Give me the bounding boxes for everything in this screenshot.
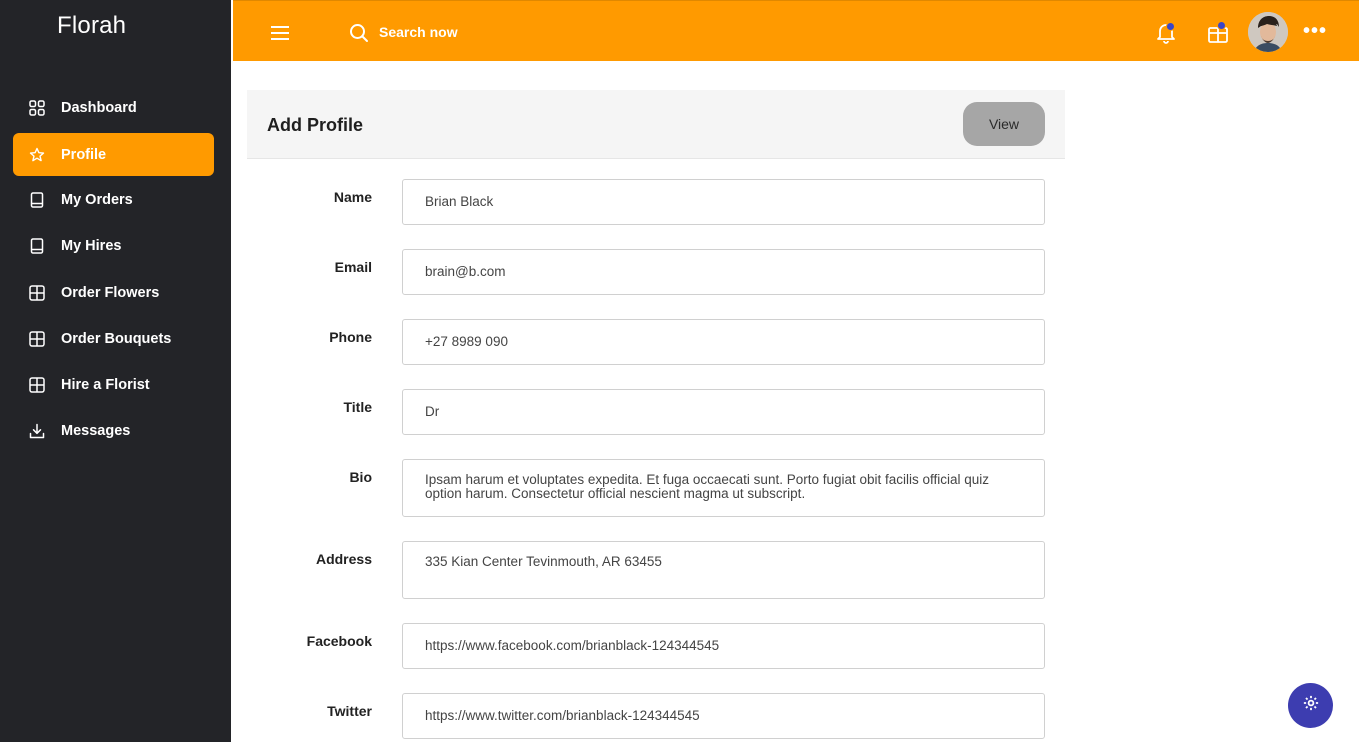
facebook-field[interactable]: https://www.facebook.com/brianblack-1243… bbox=[402, 623, 1045, 669]
sidebar-item-profile[interactable]: Profile bbox=[13, 133, 214, 176]
address-textarea[interactable]: 335 Kian Center Tevinmouth, AR 63455 bbox=[402, 541, 1045, 599]
search-icon[interactable] bbox=[349, 23, 369, 48]
sidebar-item-my-orders[interactable]: My Orders bbox=[13, 178, 214, 221]
facebook-label: Facebook bbox=[306, 633, 372, 649]
phone-field[interactable]: +27 8989 090 bbox=[402, 319, 1045, 365]
grid-icon bbox=[13, 376, 61, 393]
sidebar: Florah Dashboard Profile My Orders My Hi… bbox=[0, 0, 231, 742]
gift-icon[interactable] bbox=[1207, 20, 1229, 49]
grid-icon bbox=[13, 284, 61, 301]
sidebar-item-label: My Orders bbox=[61, 191, 133, 208]
top-bar: Search now ••• bbox=[233, 0, 1359, 61]
sidebar-item-order-bouquets[interactable]: Order Bouquets bbox=[13, 317, 214, 360]
sidebar-item-label: Profile bbox=[61, 146, 107, 163]
sidebar-item-hire-a-florist[interactable]: Hire a Florist bbox=[13, 363, 214, 406]
notification-badge bbox=[1166, 22, 1175, 31]
menu-toggle-icon[interactable] bbox=[271, 26, 289, 40]
sidebar-item-dashboard[interactable]: Dashboard bbox=[13, 86, 214, 129]
dashboard-grid-icon bbox=[13, 99, 61, 116]
sidebar-item-messages[interactable]: Messages bbox=[13, 409, 214, 452]
sidebar-item-label: Dashboard bbox=[61, 99, 137, 116]
name-label: Name bbox=[333, 189, 372, 205]
bio-label: Bio bbox=[349, 469, 372, 485]
search-input[interactable]: Search now bbox=[379, 24, 458, 40]
twitter-label: Twitter bbox=[327, 703, 372, 719]
sidebar-item-label: Order Bouquets bbox=[61, 330, 172, 347]
gear-icon bbox=[1302, 694, 1320, 717]
phone-label: Phone bbox=[329, 329, 372, 345]
avatar[interactable] bbox=[1248, 12, 1288, 52]
book-icon bbox=[13, 191, 61, 208]
email-label: Email bbox=[334, 259, 372, 275]
download-icon bbox=[13, 423, 61, 439]
notification-bell-icon[interactable] bbox=[1155, 20, 1177, 49]
sidebar-item-label: Hire a Florist bbox=[61, 376, 150, 393]
sidebar-item-order-flowers[interactable]: Order Flowers bbox=[13, 271, 214, 314]
grid-icon bbox=[13, 330, 61, 347]
view-button[interactable]: View bbox=[963, 102, 1045, 146]
address-label: Address bbox=[315, 551, 372, 567]
settings-button[interactable] bbox=[1288, 683, 1333, 728]
more-options-icon[interactable]: ••• bbox=[1303, 20, 1327, 43]
name-field[interactable]: Brian Black bbox=[402, 179, 1045, 225]
title-field[interactable]: Dr bbox=[402, 389, 1045, 435]
email-field[interactable]: brain@b.com bbox=[402, 249, 1045, 295]
sidebar-divider bbox=[231, 0, 233, 742]
brand-logo[interactable]: Florah bbox=[57, 12, 126, 40]
bio-textarea[interactable]: Ipsam harum et voluptates expedita. Et f… bbox=[402, 459, 1045, 517]
twitter-field[interactable]: https://www.twitter.com/brianblack-12434… bbox=[402, 693, 1045, 739]
sidebar-item-label: My Hires bbox=[61, 237, 122, 254]
book-icon bbox=[13, 237, 61, 254]
sidebar-item-my-hires[interactable]: My Hires bbox=[13, 224, 214, 267]
card-header: Add Profile View bbox=[247, 90, 1065, 159]
title-label: Title bbox=[343, 399, 372, 415]
sidebar-item-label: Order Flowers bbox=[61, 284, 160, 301]
star-icon bbox=[13, 147, 61, 163]
page-title: Add Profile bbox=[267, 115, 364, 135]
sidebar-item-label: Messages bbox=[61, 422, 131, 439]
gift-badge bbox=[1217, 21, 1226, 30]
